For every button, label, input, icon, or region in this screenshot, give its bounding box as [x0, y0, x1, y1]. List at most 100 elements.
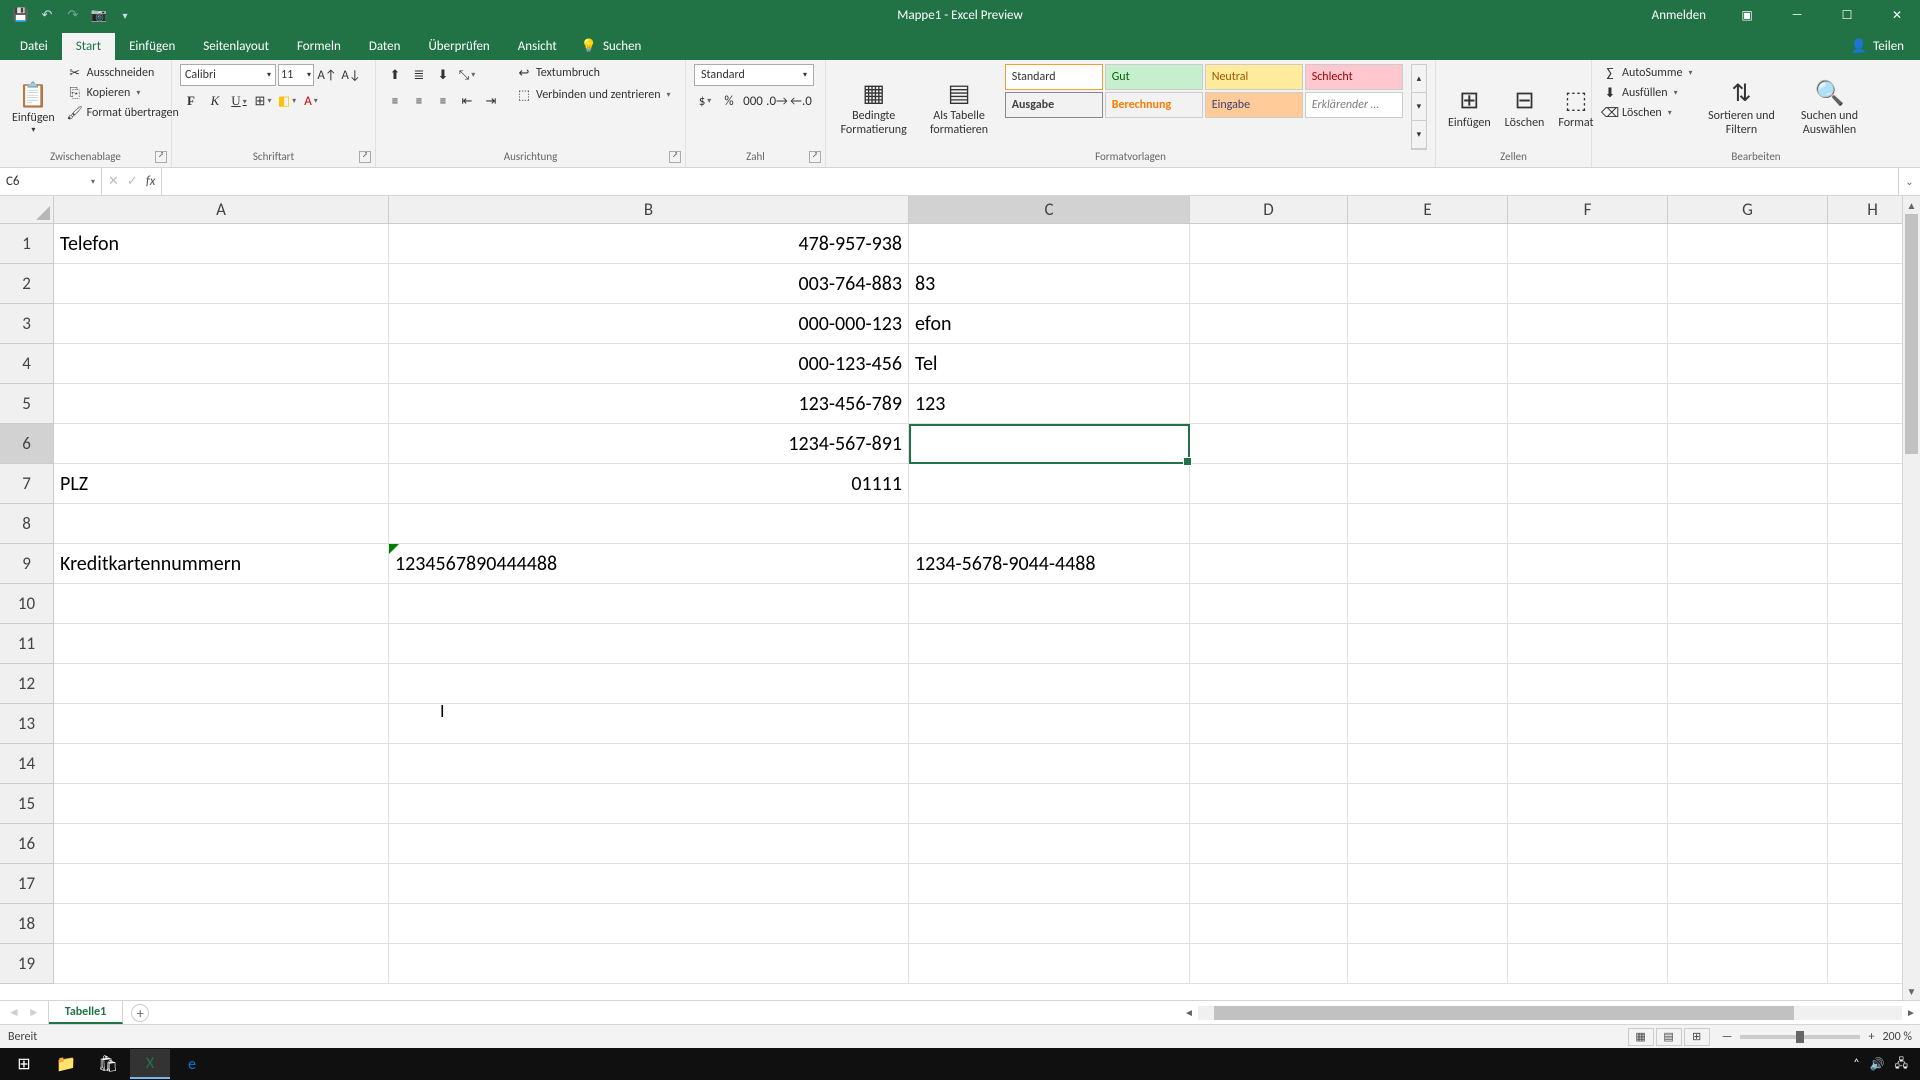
- font-color-button[interactable]: A: [300, 90, 322, 112]
- cell-E11[interactable]: [1348, 624, 1508, 664]
- cell-E16[interactable]: [1348, 824, 1508, 864]
- cell-E15[interactable]: [1348, 784, 1508, 824]
- cell-C17[interactable]: [909, 864, 1190, 904]
- cell-A10[interactable]: [54, 584, 389, 624]
- row-header-12[interactable]: 12: [0, 664, 54, 704]
- cell-G2[interactable]: [1668, 264, 1828, 304]
- view-page-layout-button[interactable]: ▤: [1656, 1028, 1682, 1046]
- cell-B10[interactable]: [389, 584, 909, 624]
- fx-icon[interactable]: fx: [146, 174, 156, 189]
- autosum-button[interactable]: ∑AutoSumme: [1600, 64, 1694, 82]
- cell-D15[interactable]: [1190, 784, 1348, 824]
- scroll-up-icon[interactable]: ▲: [1903, 196, 1920, 214]
- insert-cells-button[interactable]: ⊞Einfügen: [1444, 64, 1495, 150]
- cell-E8[interactable]: [1348, 504, 1508, 544]
- cell-C8[interactable]: [909, 504, 1190, 544]
- cell-F4[interactable]: [1508, 344, 1668, 384]
- tell-me-search[interactable]: 💡 Suchen: [571, 33, 652, 60]
- align-left-button[interactable]: ≡: [384, 90, 406, 112]
- select-all-corner[interactable]: [0, 196, 54, 224]
- row-header-13[interactable]: 13: [0, 704, 54, 744]
- row-header-6[interactable]: 6: [0, 424, 54, 464]
- cell-C3[interactable]: efon: [909, 304, 1190, 344]
- cell-G6[interactable]: [1668, 424, 1828, 464]
- align-top-button[interactable]: ⬆: [384, 64, 406, 86]
- col-header-B[interactable]: B: [389, 196, 909, 224]
- cell-E13[interactable]: [1348, 704, 1508, 744]
- cell-D10[interactable]: [1190, 584, 1348, 624]
- font-name-combo[interactable]: Calibri▾: [180, 64, 276, 86]
- cell-G19[interactable]: [1668, 944, 1828, 984]
- cell-F18[interactable]: [1508, 904, 1668, 944]
- tab-einfuegen[interactable]: Einfügen: [115, 33, 189, 60]
- zoom-level[interactable]: 200 %: [1882, 1030, 1912, 1044]
- scroll-down-icon[interactable]: ▼: [1903, 982, 1920, 1000]
- tab-formeln[interactable]: Formeln: [283, 33, 355, 60]
- cell-E6[interactable]: [1348, 424, 1508, 464]
- minimize-button[interactable]: —: [1774, 0, 1820, 30]
- cell-F6[interactable]: [1508, 424, 1668, 464]
- cell-B9[interactable]: 1234567890444488: [389, 544, 909, 584]
- indent-button[interactable]: ⇥: [480, 90, 502, 112]
- style-erklaerender[interactable]: Erklärender …: [1305, 92, 1403, 118]
- cell-E9[interactable]: [1348, 544, 1508, 584]
- taskbar-explorer-icon[interactable]: 📁: [46, 1049, 86, 1079]
- name-box[interactable]: C6▾: [0, 168, 102, 195]
- cell-G8[interactable]: [1668, 504, 1828, 544]
- col-header-A[interactable]: A: [54, 196, 389, 224]
- cell-B16[interactable]: [389, 824, 909, 864]
- row-header-4[interactable]: 4: [0, 344, 54, 384]
- cell-G18[interactable]: [1668, 904, 1828, 944]
- cell-F17[interactable]: [1508, 864, 1668, 904]
- cell-A11[interactable]: [54, 624, 389, 664]
- cell-A6[interactable]: [54, 424, 389, 464]
- style-berechnung[interactable]: Berechnung: [1105, 92, 1203, 118]
- cell-D13[interactable]: [1190, 704, 1348, 744]
- row-header-3[interactable]: 3: [0, 304, 54, 344]
- cell-G3[interactable]: [1668, 304, 1828, 344]
- conditional-format-button[interactable]: ▦Bedingte Formatierung: [834, 64, 913, 150]
- cell-G17[interactable]: [1668, 864, 1828, 904]
- cell-B5[interactable]: 123-456-789: [389, 384, 909, 424]
- cell-F10[interactable]: [1508, 584, 1668, 624]
- increase-decimal-button[interactable]: .0→: [766, 90, 788, 112]
- percent-button[interactable]: %: [718, 90, 740, 112]
- cell-G1[interactable]: [1668, 224, 1828, 264]
- row-header-17[interactable]: 17: [0, 864, 54, 904]
- cell-styles-gallery[interactable]: Standard Gut Neutral Schlecht Ausgabe Be…: [1005, 64, 1403, 150]
- cell-E3[interactable]: [1348, 304, 1508, 344]
- undo-icon[interactable]: ↶: [38, 6, 56, 24]
- sheet-nav-last-icon[interactable]: ►: [28, 1005, 40, 1020]
- col-header-F[interactable]: F: [1508, 196, 1668, 224]
- cell-B8[interactable]: [389, 504, 909, 544]
- cell-A16[interactable]: [54, 824, 389, 864]
- cell-C14[interactable]: [909, 744, 1190, 784]
- row-header-8[interactable]: 8: [0, 504, 54, 544]
- tab-start[interactable]: Start: [62, 33, 115, 60]
- cell-B2[interactable]: 003-764-883: [389, 264, 909, 304]
- border-button[interactable]: ⊞: [252, 90, 274, 112]
- cell-A14[interactable]: [54, 744, 389, 784]
- zoom-out-button[interactable]: —: [1722, 1030, 1733, 1044]
- cell-A1[interactable]: Telefon: [54, 224, 389, 264]
- tab-seitenlayout[interactable]: Seitenlayout: [189, 33, 283, 60]
- cell-A9[interactable]: Kreditkartennummern: [54, 544, 389, 584]
- cell-B11[interactable]: [389, 624, 909, 664]
- cell-B17[interactable]: [389, 864, 909, 904]
- font-size-combo[interactable]: 11▾: [278, 64, 314, 86]
- sheet-nav-first-icon[interactable]: ◄: [8, 1005, 20, 1020]
- row-header-9[interactable]: 9: [0, 544, 54, 584]
- find-select-button[interactable]: 🔍Suchen und Auswählen: [1788, 64, 1870, 150]
- cell-F15[interactable]: [1508, 784, 1668, 824]
- tab-ansicht[interactable]: Ansicht: [504, 33, 571, 60]
- ribbon-display-icon[interactable]: ▣: [1724, 0, 1770, 30]
- number-format-combo[interactable]: Standard▾: [694, 64, 814, 86]
- cell-G9[interactable]: [1668, 544, 1828, 584]
- row-header-2[interactable]: 2: [0, 264, 54, 304]
- align-middle-button[interactable]: ≣: [408, 64, 430, 86]
- cell-E7[interactable]: [1348, 464, 1508, 504]
- taskbar-edge-icon[interactable]: e: [172, 1049, 212, 1079]
- cell-D17[interactable]: [1190, 864, 1348, 904]
- cancel-formula-icon[interactable]: ✕: [108, 174, 119, 189]
- tray-chevron-icon[interactable]: ˄: [1853, 1057, 1859, 1071]
